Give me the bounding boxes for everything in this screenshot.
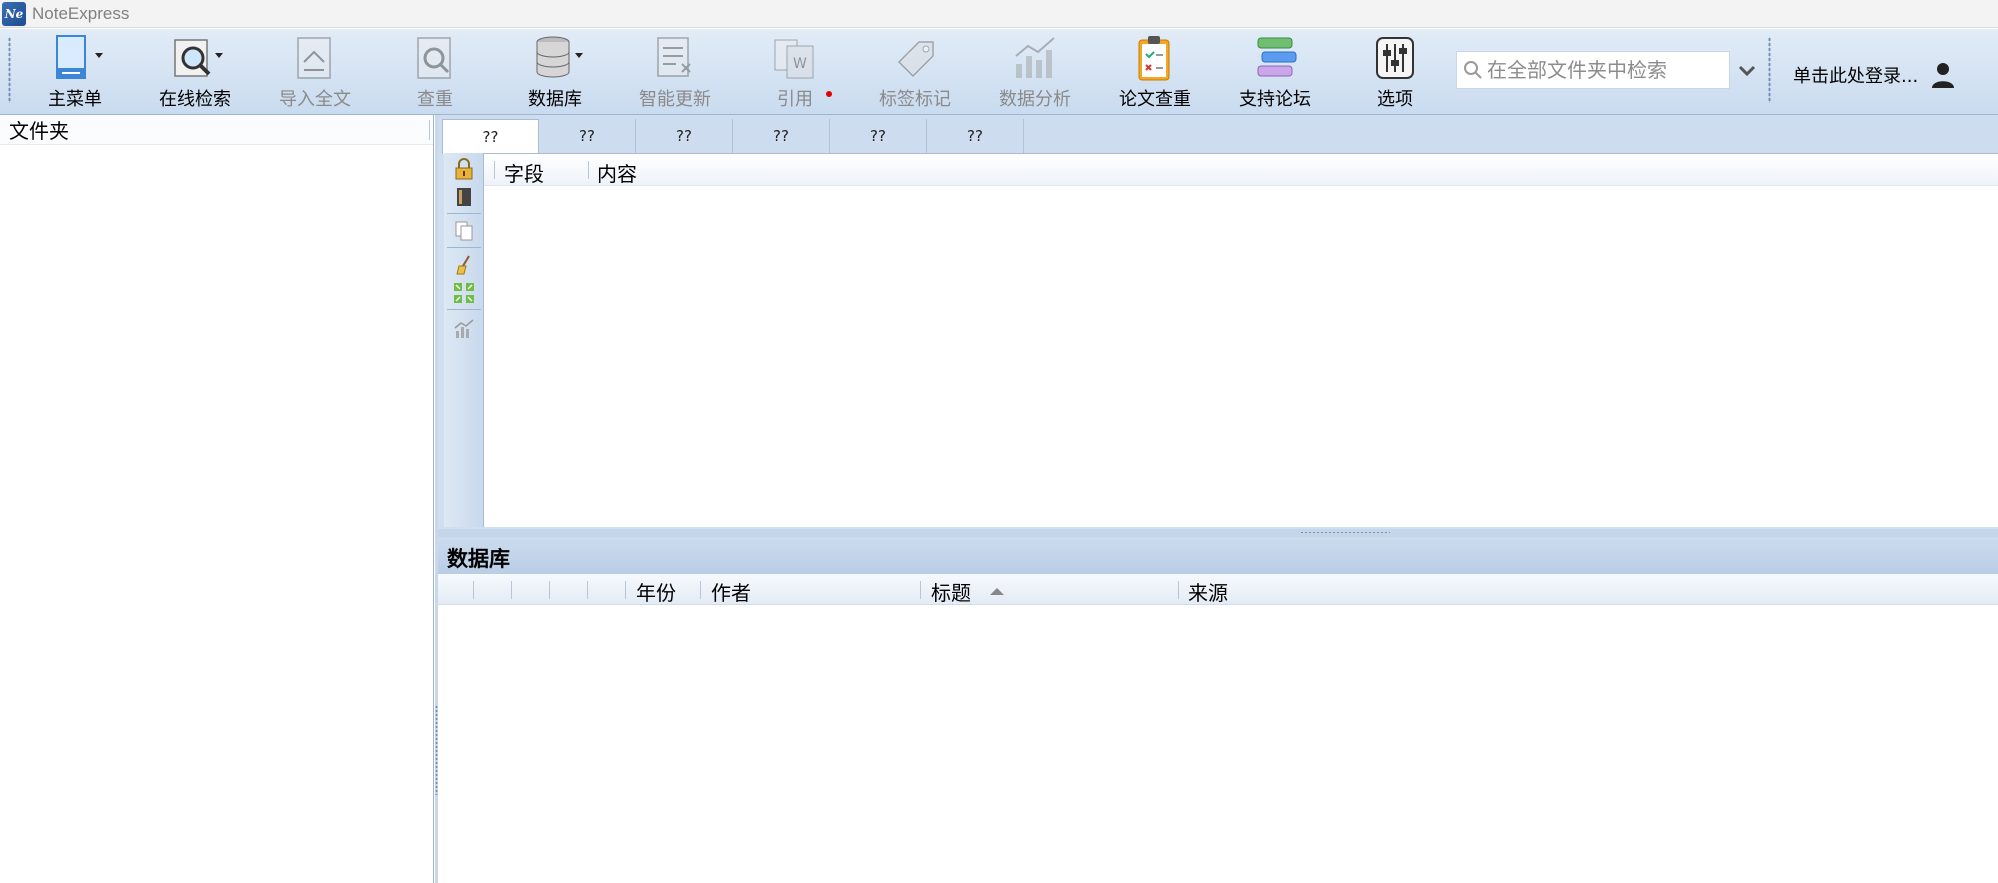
smart-update-icon <box>657 36 691 77</box>
collapse-button[interactable] <box>452 281 476 305</box>
search-icon <box>1464 61 1482 79</box>
reference-list[interactable]: 年份 作者 标题 来源 <box>438 574 1998 883</box>
forum-icon <box>1257 37 1297 76</box>
tab-4[interactable]: ?? <box>733 119 830 153</box>
copy-icon <box>455 221 473 241</box>
detail-area: ?? ?? ?? ?? ?? ?? 字段 内容 数据库 年份 作者 标题 来源 <box>438 115 1998 883</box>
main-menu-icon <box>56 34 86 79</box>
user-avatar-icon <box>1932 63 1955 88</box>
chart-icon <box>454 319 474 338</box>
field-grid-header: 字段 内容 <box>484 154 1998 186</box>
book-button[interactable] <box>452 185 476 209</box>
column-header-title[interactable]: 标题 <box>931 577 971 606</box>
toolbar-grip[interactable] <box>1768 37 1771 103</box>
broom-icon <box>456 255 470 275</box>
duplicate-check-button[interactable]: 查重 <box>380 33 490 111</box>
database-icon <box>536 36 570 77</box>
window-title: NoteExpress <box>32 3 130 23</box>
paper-check-icon <box>1138 35 1170 80</box>
duplicate-check-icon <box>417 36 451 79</box>
options-icon <box>1376 36 1414 79</box>
lock-icon <box>455 158 473 180</box>
main-toolbar: 主菜单 在线检索 导入全文 查重 数据库 智能更新 W 引用 标签标记 数据分析… <box>0 29 1998 115</box>
database-panel-title: 数据库 <box>438 537 1998 574</box>
clear-button[interactable] <box>452 253 476 277</box>
online-search-button[interactable]: 在线检索 <box>140 33 250 111</box>
main-menu-button[interactable]: 主菜单 <box>20 33 130 111</box>
title-bar: Ne NoteExpress <box>0 0 1998 28</box>
global-search-box[interactable] <box>1456 51 1730 89</box>
data-analysis-button[interactable]: 数据分析 <box>980 33 1090 111</box>
tab-3[interactable]: ?? <box>636 119 733 153</box>
search-input[interactable] <box>1487 58 1717 82</box>
lock-button[interactable] <box>452 157 476 181</box>
online-search-icon <box>174 38 211 77</box>
login-button[interactable]: 单击此处登录... <box>1793 60 1956 90</box>
toolbar-grip[interactable] <box>8 37 11 103</box>
detail-side-toolbar <box>444 153 484 527</box>
column-header-field[interactable]: 字段 <box>504 158 544 187</box>
folder-panel: 文件夹 <box>0 115 434 883</box>
field-grid[interactable]: 字段 内容 <box>484 153 1998 527</box>
book-icon <box>457 188 471 206</box>
database-button[interactable]: 数据库 <box>500 33 610 111</box>
column-header-author[interactable]: 作者 <box>711 577 751 606</box>
column-header-content[interactable]: 内容 <box>597 158 637 187</box>
tab-5[interactable]: ?? <box>830 119 927 153</box>
sort-ascending-icon <box>990 588 1004 595</box>
options-button[interactable]: 选项 <box>1340 33 1450 111</box>
chevron-down-icon <box>215 53 223 58</box>
login-label: 单击此处登录... <box>1793 66 1919 87</box>
column-header-year[interactable]: 年份 <box>636 577 676 606</box>
import-fulltext-icon <box>297 36 331 79</box>
tab-6[interactable]: ?? <box>927 119 1024 153</box>
collapse-icon <box>454 283 474 303</box>
tag-button[interactable]: 标签标记 <box>860 33 970 111</box>
svg-text:W: W <box>793 56 807 72</box>
chevron-down-icon <box>575 53 583 58</box>
folder-panel-header: 文件夹 <box>0 115 433 145</box>
detail-tabs: ?? ?? ?? ?? ?? ?? <box>438 115 1998 154</box>
app-logo-icon: Ne <box>2 1 26 26</box>
forum-button[interactable]: 支持论坛 <box>1220 33 1330 111</box>
chevron-down-icon <box>95 53 103 58</box>
copy-button[interactable] <box>452 219 476 243</box>
column-header-source[interactable]: 来源 <box>1188 577 1228 606</box>
horizontal-splitter[interactable] <box>438 529 1998 537</box>
reference-list-header: 年份 作者 标题 来源 <box>438 574 1998 605</box>
folder-tree[interactable] <box>0 146 432 882</box>
smart-update-button[interactable]: 智能更新 <box>620 33 730 111</box>
chevron-down-icon[interactable] <box>1736 59 1758 81</box>
data-analysis-icon <box>1015 36 1055 78</box>
tag-icon <box>897 40 934 77</box>
chart-button[interactable] <box>452 317 476 341</box>
import-fulltext-button[interactable]: 导入全文 <box>260 33 370 111</box>
tab-2[interactable]: ?? <box>539 119 636 153</box>
paper-check-button[interactable]: 论文查重 <box>1100 33 1210 111</box>
cite-button[interactable]: W 引用 <box>740 33 850 111</box>
tab-1[interactable]: ?? <box>442 119 539 154</box>
cite-icon: W <box>774 39 814 78</box>
folder-panel-title: 文件夹 <box>9 119 69 143</box>
notification-dot <box>826 91 832 97</box>
